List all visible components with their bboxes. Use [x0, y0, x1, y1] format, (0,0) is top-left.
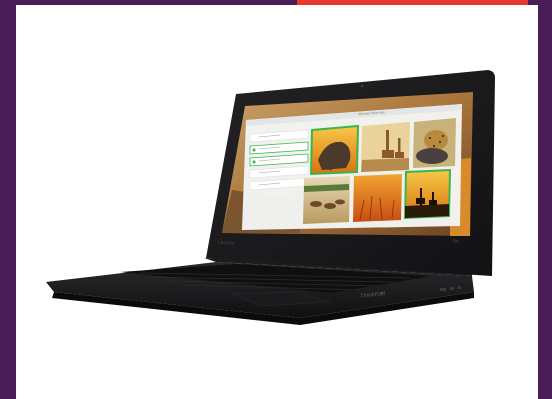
photo-grid: [303, 118, 456, 224]
deck-logo-dot: [381, 292, 383, 294]
model-badge: 11e: [452, 238, 459, 243]
laptop-photo: Windows Photo App Lenovo 11e ThinkPad: [46, 70, 495, 325]
photo-tile-grassland: [353, 174, 402, 222]
webcam: [360, 84, 364, 88]
screen-brand-logo: Lenovo: [218, 240, 235, 247]
